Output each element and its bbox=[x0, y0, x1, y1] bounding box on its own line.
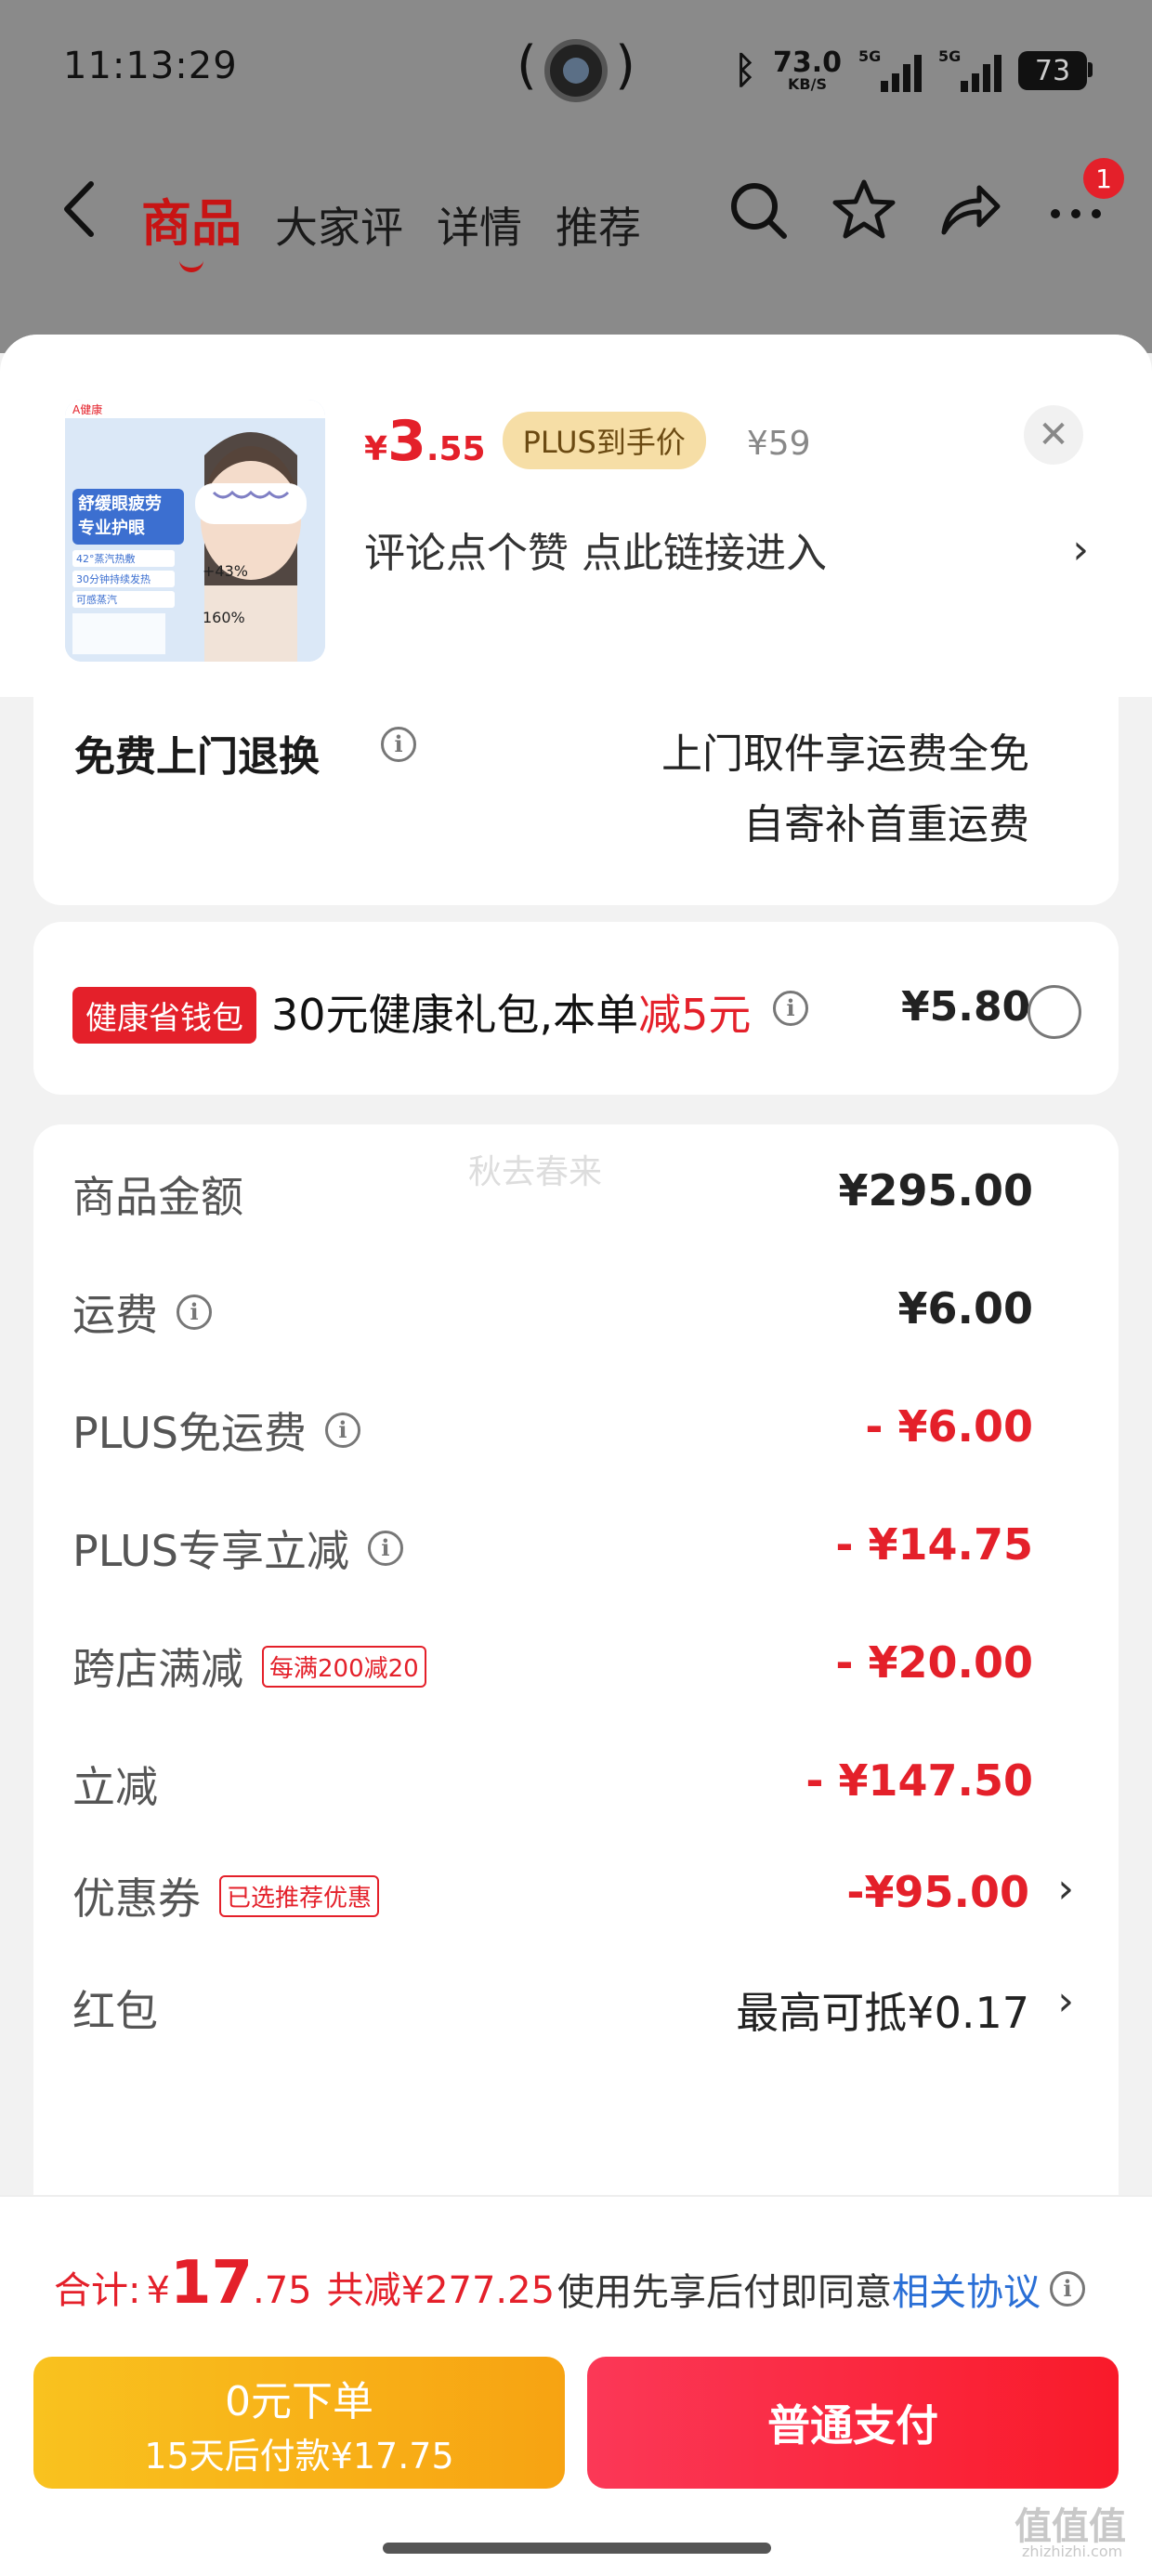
status-time: 11:13:29 bbox=[63, 45, 238, 87]
thumb-title-2: 专业护眼 bbox=[78, 518, 145, 538]
site-url: zhizhizhi.com bbox=[1022, 2543, 1123, 2560]
battery-icon: 73 bbox=[1018, 51, 1093, 90]
thumb-brand: A健康 bbox=[72, 402, 102, 416]
nav-actions: 1 bbox=[725, 158, 1124, 243]
info-icon[interactable]: i bbox=[1050, 2271, 1085, 2307]
thumb-feature-2: 30分钟持续发热 bbox=[76, 572, 151, 585]
sheet-header: A健康 舒缓眼疲劳 专业护眼 42°蒸汽热敷 30分钟持续发热 可感蒸汽 +43… bbox=[0, 335, 1152, 697]
info-icon[interactable]: i bbox=[381, 727, 416, 762]
product-image: A健康 舒缓眼疲劳 专业护眼 42°蒸汽热敷 30分钟持续发热 可感蒸汽 +43… bbox=[65, 400, 325, 662]
tab-details[interactable]: 详情 bbox=[437, 194, 522, 256]
comment-link-row[interactable]: 评论点个赞 点此链接进入 › bbox=[364, 517, 1089, 582]
health-wallet-tag: 健康省钱包 bbox=[72, 987, 256, 1044]
close-icon[interactable]: ✕ bbox=[1024, 405, 1083, 465]
chevron-right-icon: › bbox=[1057, 1978, 1074, 2025]
status-bar: 11:13:29 ( ) ᛒ 73.0 KB/S 5G 5G 73 bbox=[0, 0, 1152, 139]
info-icon[interactable]: i bbox=[324, 1413, 360, 1448]
health-wallet-text: 30元健康礼包,本单减5元 bbox=[271, 990, 752, 1040]
top-nav: 商品 大家评 详情 推荐 1 bbox=[0, 149, 1152, 272]
agreement-link[interactable]: 相关协议 bbox=[892, 2262, 1041, 2316]
return-service-details: 上门取件享运费全免 自寄补首重运费 bbox=[661, 730, 1029, 848]
thumb-stat-2: 160% bbox=[203, 609, 245, 626]
thumb-stat-1: +43% bbox=[203, 562, 248, 580]
checkout-bar: 合计: ¥ 17 .75 共减¥277.25 使用先享后付即同意 相关协议 i 0… bbox=[0, 2195, 1152, 2576]
summary-row-shipping: 运费 i ¥6.00 bbox=[72, 1283, 1033, 1340]
agreement-text: 使用先享后付即同意 相关协议 i bbox=[557, 2262, 1085, 2316]
return-service-label: 免费上门退换 bbox=[74, 733, 320, 781]
info-icon[interactable]: i bbox=[773, 991, 808, 1026]
summary-row-cross-store: 跨店满减 每满200减20 - ¥20.00 bbox=[72, 1637, 1033, 1694]
summary-row-red-packet[interactable]: 红包 最高可抵¥0.17 › bbox=[33, 1966, 1119, 2041]
pay-later-button[interactable]: 0元下单 15天后付款¥17.75 bbox=[33, 2357, 565, 2489]
home-indicator[interactable] bbox=[383, 2543, 771, 2554]
comment-link-text: 评论点个赞 点此链接进入 bbox=[364, 530, 827, 577]
signal-icon: 5G bbox=[858, 47, 922, 92]
total-saved: 共减¥277.25 bbox=[326, 2269, 556, 2312]
summary-row-plus-discount: PLUS专享立减 i - ¥14.75 bbox=[72, 1519, 1033, 1576]
summary-row-instant-discount: 立减 - ¥147.50 bbox=[72, 1755, 1033, 1812]
tab-product[interactable]: 商品 bbox=[141, 182, 242, 272]
promo-tag: 每满200减20 bbox=[262, 1645, 426, 1688]
health-wallet-radio[interactable] bbox=[1028, 985, 1081, 1039]
info-icon[interactable]: i bbox=[367, 1531, 403, 1566]
normal-pay-button[interactable]: 普通支付 bbox=[587, 2357, 1119, 2489]
background-page: 11:13:29 ( ) ᛒ 73.0 KB/S 5G 5G 73 商品 大家评… bbox=[0, 0, 1152, 353]
network-speed: 73.0 KB/S bbox=[772, 46, 842, 93]
health-wallet-card[interactable]: 健康省钱包 30元健康礼包,本单减5元 i ¥5.80 bbox=[33, 922, 1119, 1095]
back-icon[interactable] bbox=[52, 177, 108, 242]
plus-price-tag: PLUS到手价 bbox=[502, 412, 706, 469]
search-icon[interactable] bbox=[725, 177, 792, 243]
notification-badge: 1 bbox=[1083, 158, 1124, 199]
summary-row-coupon[interactable]: 优惠券 已选推荐优惠 -¥95.00 › bbox=[33, 1854, 1119, 1928]
star-icon[interactable] bbox=[831, 177, 897, 243]
thumb-title-1: 舒缓眼疲劳 bbox=[78, 493, 162, 514]
front-camera-icon bbox=[544, 39, 608, 102]
original-price: ¥59 bbox=[746, 425, 811, 463]
chevron-right-icon: › bbox=[1057, 1865, 1074, 1912]
nav-tabs: 商品 大家评 详情 推荐 bbox=[141, 182, 641, 272]
tab-recommend[interactable]: 推荐 bbox=[556, 194, 641, 256]
status-indicators: ᛒ 73.0 KB/S 5G 5G 73 bbox=[733, 45, 1093, 97]
summary-row-subtotal: 商品金额 ¥295.00 bbox=[72, 1165, 1033, 1222]
total-amount: 合计: ¥ 17 .75 共减¥277.25 bbox=[54, 2249, 556, 2318]
plus-price: ¥3.55 bbox=[364, 409, 486, 474]
summary-row-plus-free-shipping: PLUS免运费 i - ¥6.00 bbox=[72, 1401, 1033, 1458]
thumb-feature-1: 42°蒸汽热敷 bbox=[76, 552, 136, 565]
more-icon[interactable]: 1 bbox=[1042, 158, 1124, 243]
bluetooth-icon: ᛒ bbox=[733, 49, 756, 92]
thumb-feature-3: 可感蒸汽 bbox=[76, 593, 117, 606]
info-icon[interactable]: i bbox=[177, 1295, 212, 1330]
chevron-right-icon: › bbox=[1072, 525, 1089, 573]
tab-reviews[interactable]: 大家评 bbox=[275, 194, 403, 256]
coupon-tag: 已选推荐优惠 bbox=[219, 1874, 380, 1917]
signal-icon: 5G bbox=[938, 47, 1001, 92]
health-wallet-price: ¥5.80 bbox=[901, 983, 1031, 1031]
camera-cutout: ( ) bbox=[517, 35, 635, 102]
price-row: ¥3.55 PLUS到手价 ¥59 bbox=[364, 409, 811, 477]
share-icon[interactable] bbox=[936, 177, 1003, 243]
